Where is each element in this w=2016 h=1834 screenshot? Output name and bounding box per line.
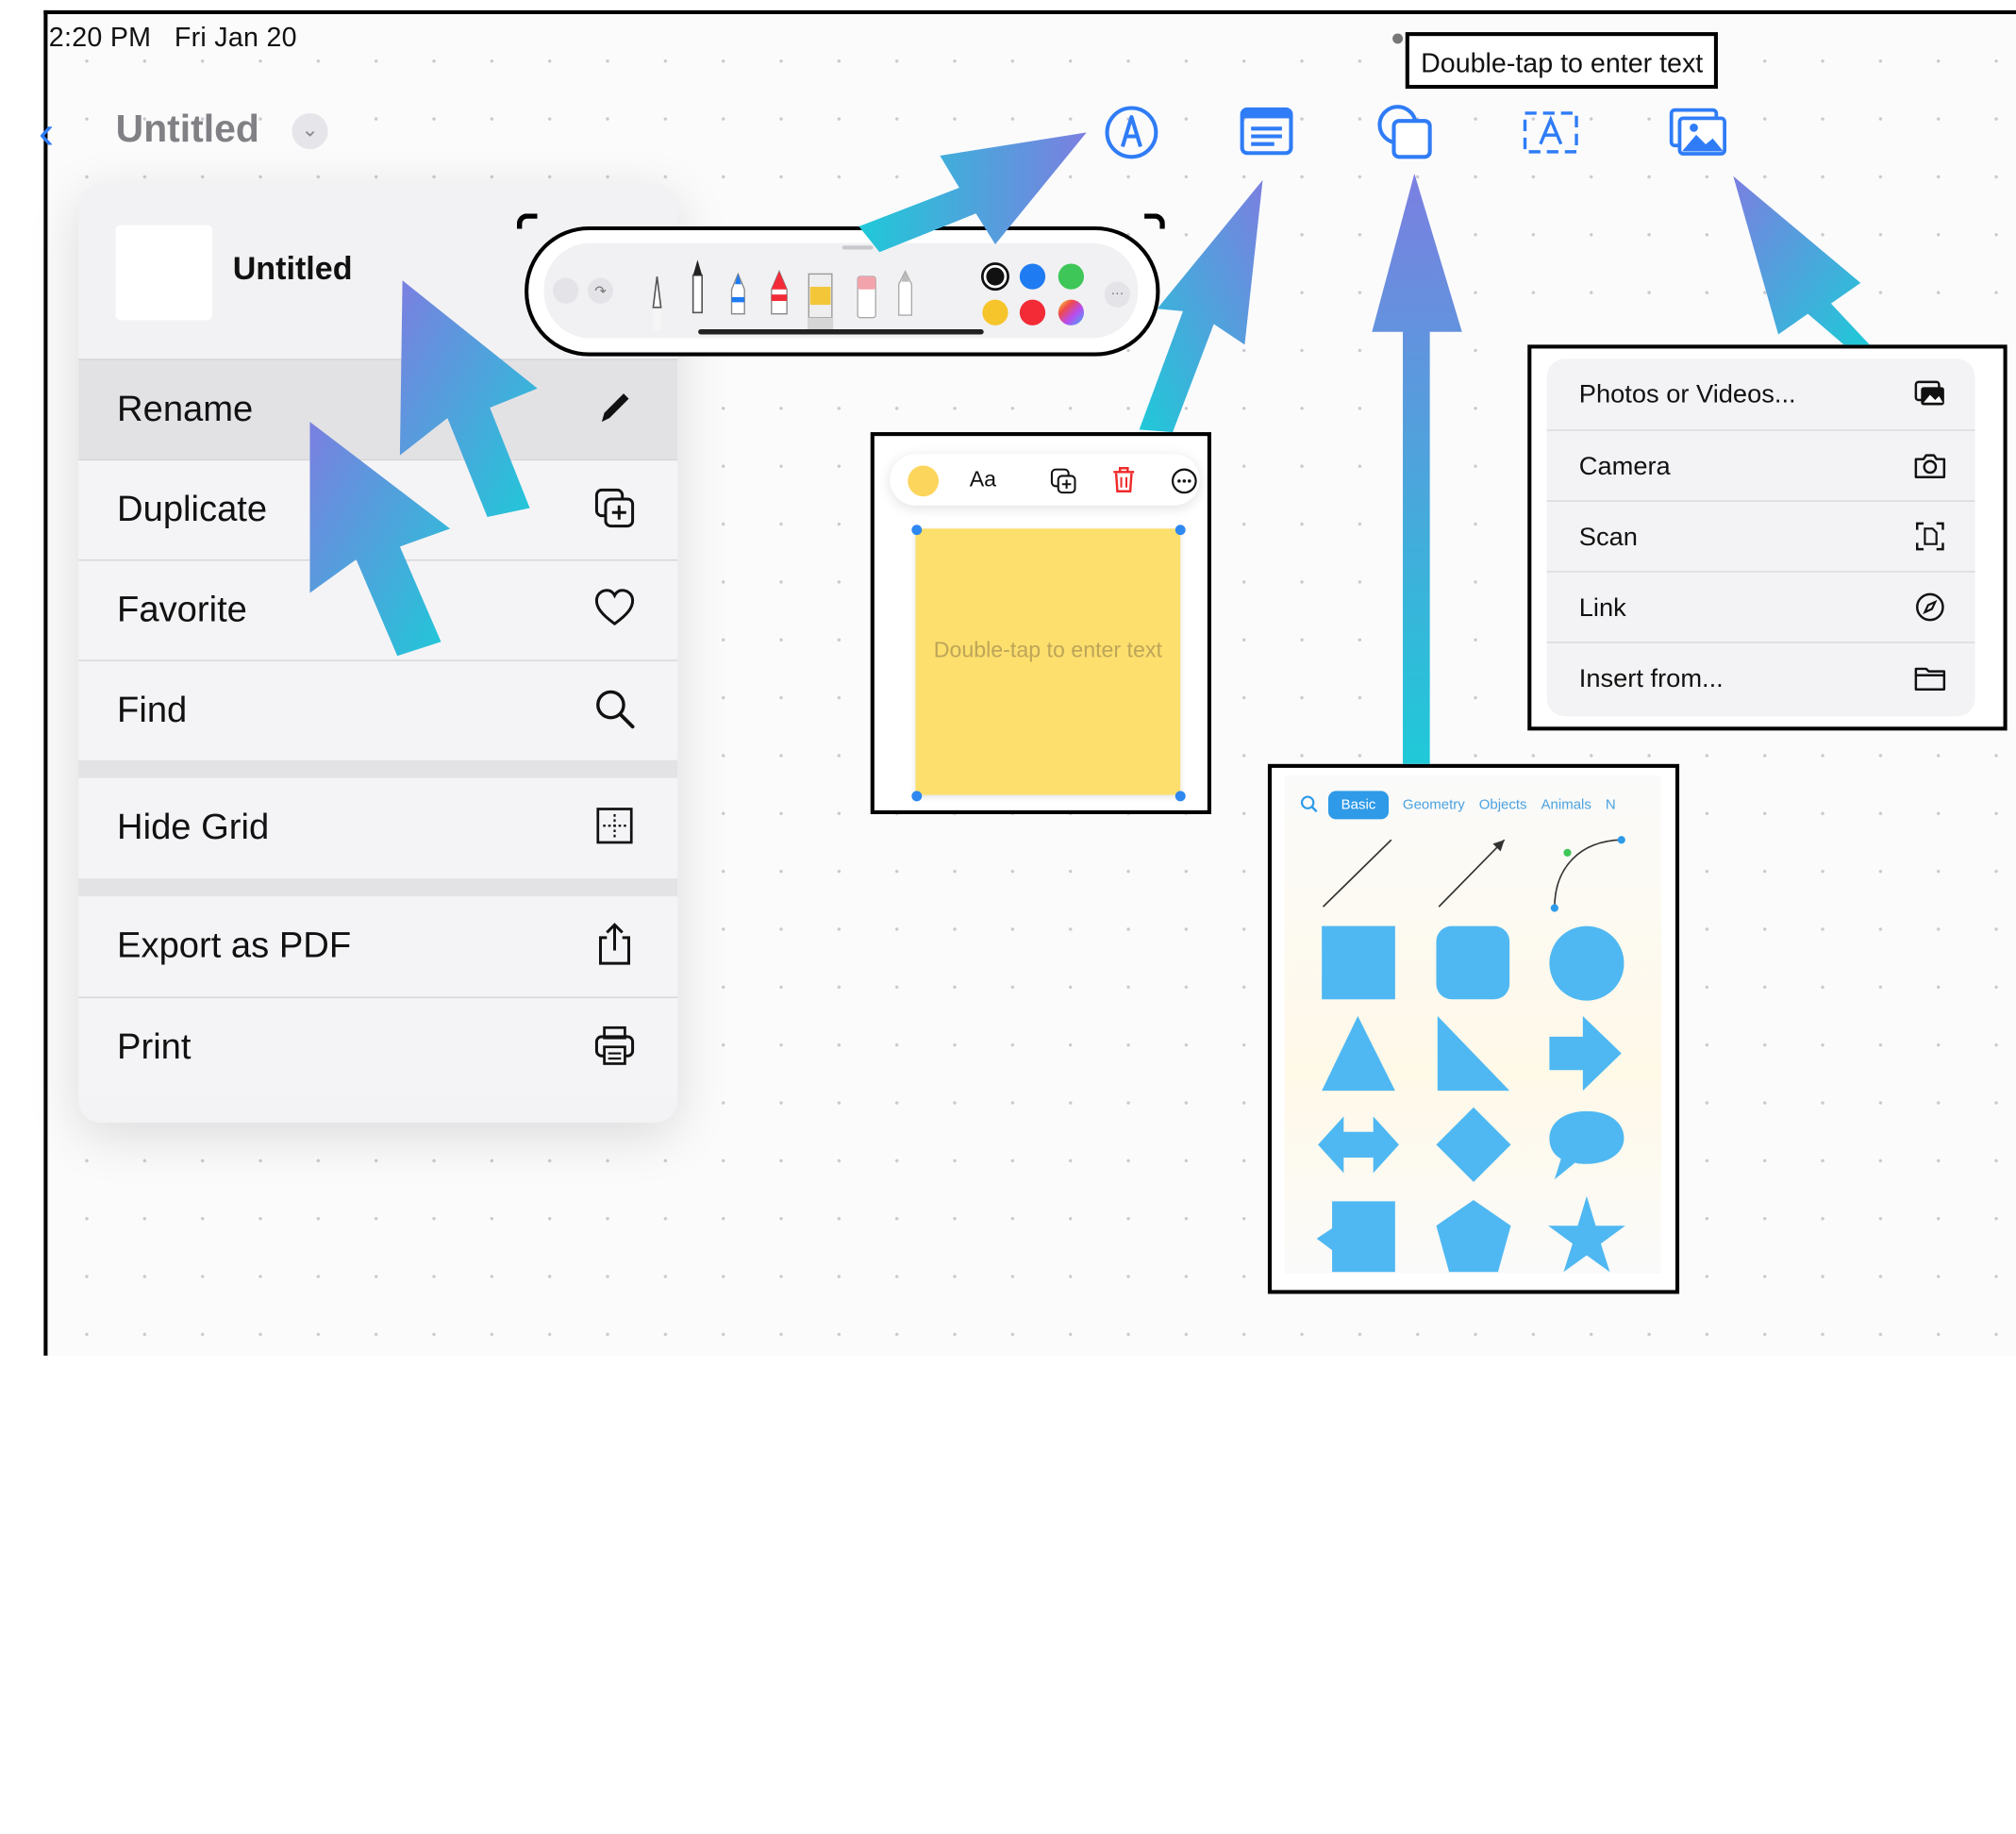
arrow-annotation[interactable] — [399, 280, 538, 518]
arrow-annotation[interactable] — [1733, 175, 1870, 345]
screen: 2:20 PM Fri Jan 20 ‹ Untitled ⌄ Double-ta… — [0, 0, 2016, 1834]
arrow-annotation[interactable] — [1139, 179, 1263, 433]
arrow-annotation[interactable] — [858, 132, 1087, 253]
arrow-annotation[interactable] — [309, 422, 451, 657]
arrow-annotation[interactable] — [1372, 174, 1462, 764]
annotation-arrows — [309, 132, 1870, 764]
